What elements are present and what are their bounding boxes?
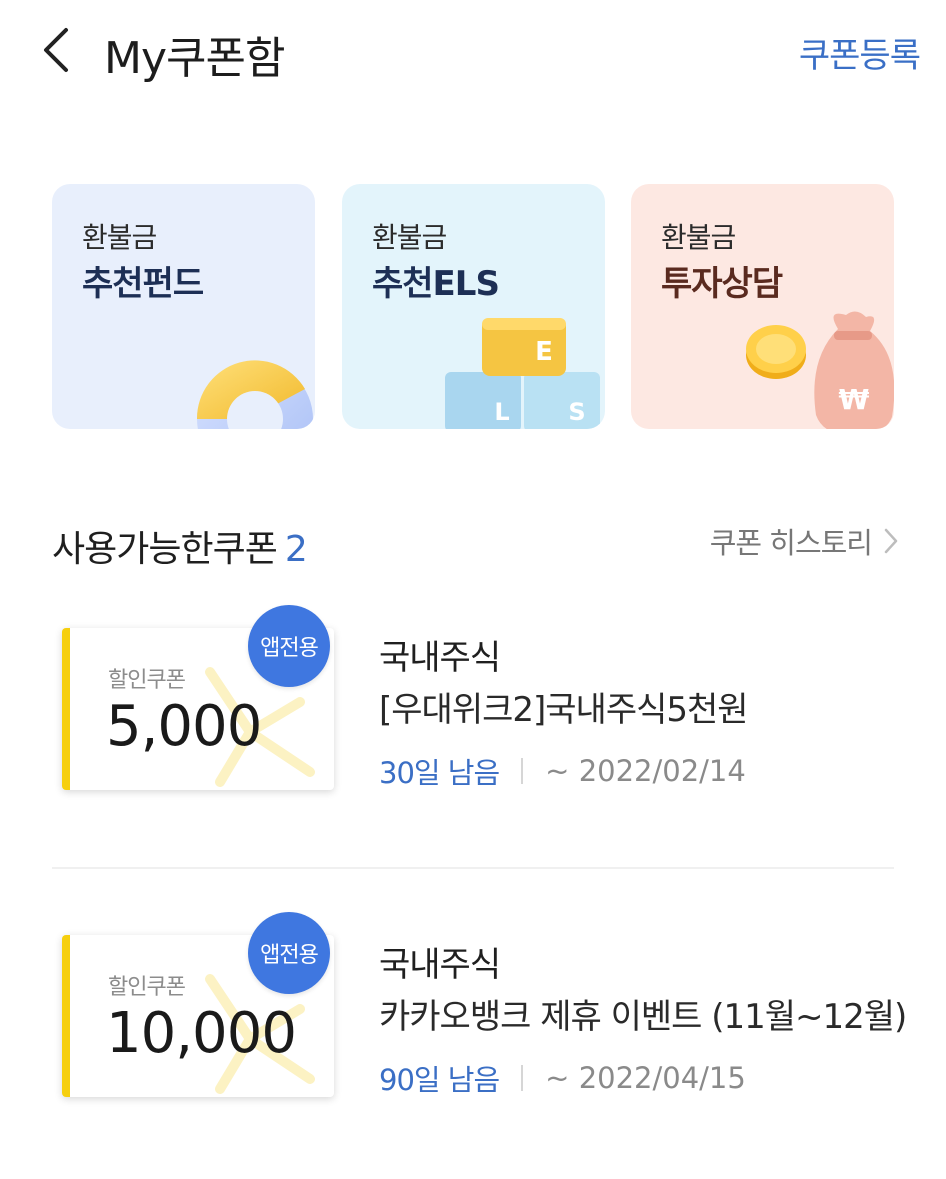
coupon-category: 국내주식 <box>379 945 501 985</box>
meta-divider <box>521 1065 524 1091</box>
coupon-days-remaining: 30일 남음 <box>379 756 500 790</box>
promo-card-investment-consulting[interactable]: 환불금 투자상담 ₩ <box>631 184 894 429</box>
page-title: My쿠폰함 <box>104 33 285 84</box>
promo-card-recommended-fund[interactable]: 환불금 추천펀드 <box>52 184 315 429</box>
list-divider <box>52 867 894 869</box>
coupon-name: 카카오뱅크 제휴 이벤트 (11월~12월) <box>379 997 907 1037</box>
ticket-accent-bar <box>62 935 70 1097</box>
coupon-count: 2 <box>284 529 308 570</box>
coupon-name: [우대위크2]국내주식5천원 <box>379 690 749 730</box>
coupon-history-link[interactable]: 쿠폰 히스토리 <box>710 520 898 562</box>
section-title-text: 사용가능한쿠폰 <box>52 529 278 570</box>
coupon-history-label: 쿠폰 히스토리 <box>709 526 873 560</box>
promo-card-title: 추천ELS <box>372 264 500 304</box>
els-letter-s: S <box>568 398 585 426</box>
coupon-item[interactable]: 할인쿠폰 10,000 앱전용 국내주식 카카오뱅크 제휴 이벤트 (11월~1… <box>0 907 946 1147</box>
promo-card-small-label: 환불금 <box>661 221 736 254</box>
els-letter-e: E <box>535 337 553 367</box>
coupon-amount: 5,000 <box>106 694 262 759</box>
coupon-expiry-date: ~ 2022/02/14 <box>545 754 746 788</box>
coupon-type-label: 할인쿠폰 <box>108 668 186 693</box>
promo-card-title: 추천펀드 <box>82 264 204 304</box>
coupon-meta: 90일 남음 ~ 2022/04/15 <box>379 1057 746 1099</box>
coupon-register-button[interactable]: 쿠폰등록 <box>799 28 921 77</box>
coupon-item[interactable]: 할인쿠폰 5,000 앱전용 국내주식 [우대위크2]국내주식5천원 30일 남… <box>0 600 946 840</box>
coupon-type-label: 할인쿠폰 <box>108 975 186 1000</box>
meta-divider <box>521 758 524 784</box>
coupon-meta: 30일 남음 ~ 2022/02/14 <box>379 750 746 792</box>
ticket-accent-bar <box>62 628 70 790</box>
chevron-left-icon <box>44 28 68 72</box>
coupon-amount: 10,000 <box>106 1001 297 1066</box>
promo-card-small-label: 환불금 <box>82 221 157 254</box>
coupon-days-remaining: 90일 남음 <box>379 1063 500 1097</box>
promo-card-small-label: 환불금 <box>372 221 447 254</box>
coupon-category: 국내주식 <box>379 638 501 678</box>
won-symbol: ₩ <box>839 383 870 416</box>
app-only-badge: 앱전용 <box>248 912 330 994</box>
els-blocks-icon: E L S <box>445 318 600 429</box>
app-only-badge: 앱전용 <box>248 605 330 687</box>
els-letter-l: L <box>494 398 509 426</box>
available-coupons-heading: 사용가능한쿠폰 2 <box>52 520 308 572</box>
coupon-expiry-date: ~ 2022/04/15 <box>545 1061 746 1095</box>
money-bag-icon: ₩ <box>746 311 894 429</box>
chevron-right-icon <box>884 528 898 554</box>
back-button[interactable] <box>36 22 80 78</box>
promo-card-recommended-els[interactable]: 환불금 추천ELS E L S <box>342 184 605 429</box>
donut-chart-icon <box>196 360 313 429</box>
promo-card-title: 투자상담 <box>661 264 783 304</box>
